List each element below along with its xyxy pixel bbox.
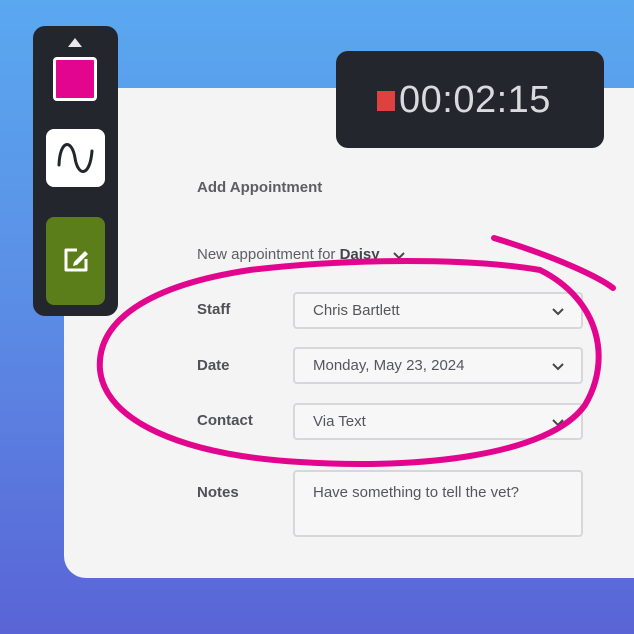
contact-select[interactable]: Via Text (293, 403, 583, 440)
freehand-curve-icon (57, 143, 94, 173)
chevron-down-icon (552, 308, 564, 316)
date-select[interactable]: Monday, May 23, 2024 (293, 347, 583, 384)
timer-display: 00:02:15 (399, 79, 551, 121)
edit-note-icon (64, 248, 88, 272)
color-swatch-icon[interactable] (53, 57, 97, 101)
chevron-down-icon (552, 363, 564, 371)
staff-value: Chris Bartlett (313, 302, 400, 319)
appointment-subtitle[interactable]: New appointment for Daisy (197, 246, 406, 263)
staff-select[interactable]: Chris Bartlett (293, 292, 583, 329)
record-stop-icon[interactable] (377, 91, 395, 111)
staff-label: Staff (197, 301, 231, 318)
edit-tool-button[interactable] (46, 217, 105, 305)
annotation-toolbar (33, 26, 118, 316)
notes-placeholder: Have something to tell the vet? (313, 484, 519, 501)
freehand-tool-button[interactable] (46, 129, 105, 187)
recording-timer: 00:02:15 (336, 51, 604, 148)
chevron-down-icon (393, 251, 405, 259)
notes-textarea[interactable]: Have something to tell the vet? (293, 470, 583, 537)
date-label: Date (197, 357, 230, 374)
subtitle-prefix: New appointment for (197, 246, 336, 263)
contact-label: Contact (197, 412, 253, 429)
notes-label: Notes (197, 484, 239, 501)
chevron-down-icon (552, 419, 564, 427)
page-title: Add Appointment (197, 179, 323, 196)
date-value: Monday, May 23, 2024 (313, 357, 465, 374)
contact-value: Via Text (313, 413, 366, 430)
patient-name: Daisy (339, 246, 380, 263)
collapse-arrow-icon[interactable] (68, 38, 82, 47)
